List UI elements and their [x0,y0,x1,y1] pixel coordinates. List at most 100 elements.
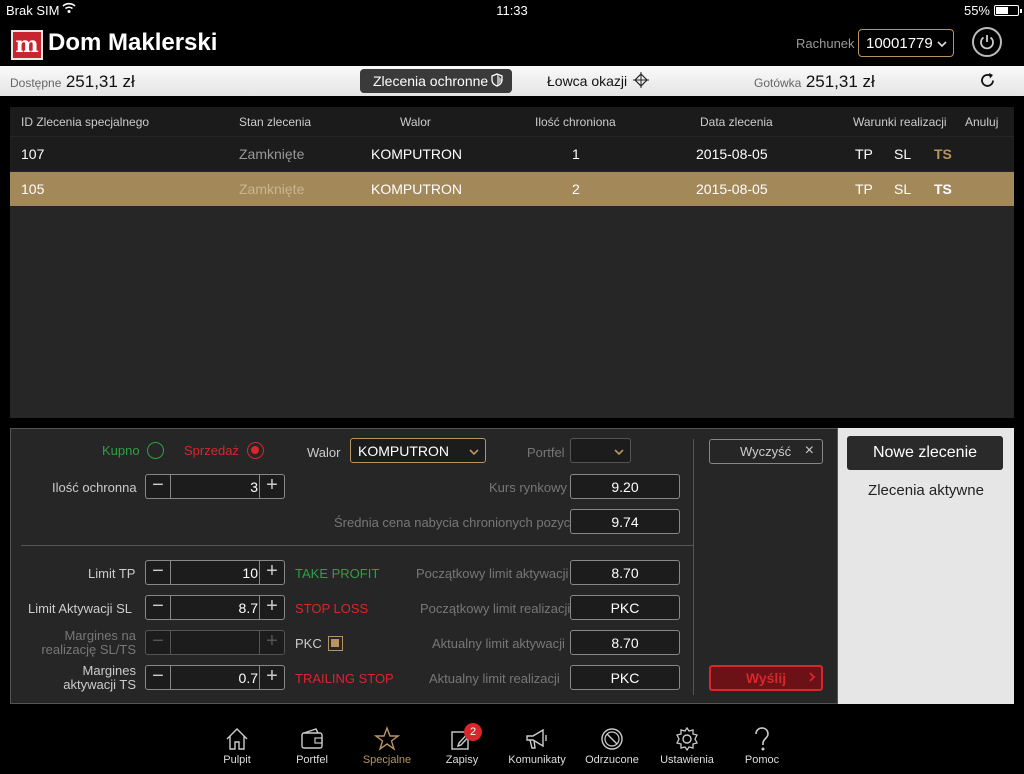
header-date: Data zlecenia [700,115,773,129]
sell-label: Sprzedaż [184,443,239,458]
limit-tp-value: 10 [242,565,258,581]
pkc-label: PKC [295,636,322,651]
tab-opportunity-hunter[interactable]: Łowca okazji [547,72,649,89]
cur-activation-field: 8.70 [570,630,680,655]
tp-minus-button[interactable]: − [146,561,171,584]
margin-ts-stepper[interactable]: − 0.7 + [145,665,285,690]
walor-label: Walor [307,445,341,460]
rejected-icon [601,728,623,750]
table-row[interactable]: 107 Zamknięte KOMPUTRON 1 2015-08-05 TP … [10,137,1014,171]
sell-radio[interactable] [247,442,264,459]
tab-label: Pomoc [744,754,780,766]
active-orders-link[interactable]: Zlecenia aktywne [838,482,1014,499]
sl-plus-button[interactable]: + [259,596,284,619]
ts-minus-button[interactable]: − [146,666,171,689]
limit-sl-value: 8.7 [238,600,258,616]
app-header: m Dom Maklerski Rachunek 10001779 [0,22,1024,66]
battery-icon [994,5,1022,16]
table-row-selected[interactable]: 105 Zamknięte KOMPUTRON 2 2015-08-05 TP … [10,172,1014,206]
send-button[interactable]: Wyślij [709,665,823,691]
limit-sl-stepper[interactable]: − 8.7 + [145,595,285,620]
qty-stepper[interactable]: − 3 + [145,474,285,499]
cell-qty: 1 [572,146,580,162]
margin-ts-label-2: aktywacji TS [63,677,136,692]
margin-ts-label-1: Margines [82,663,136,678]
account-value: 10001779 [866,35,933,52]
tab-ustawienia[interactable]: Ustawienia [649,715,725,774]
order-form: Kupno Sprzedaż Walor KOMPUTRON Portfel I… [10,428,838,704]
header-state: Stan zlecenia [239,115,312,129]
cell-walor: KOMPUTRON [371,146,462,162]
send-button-label: Wyślij [745,670,787,686]
chevron-down-icon [614,442,624,459]
tab-pomoc[interactable]: Pomoc [724,715,800,774]
tab-specjalne[interactable]: Specjalne [349,715,425,774]
walor-value: KOMPUTRON [358,443,449,459]
walor-select[interactable]: KOMPUTRON [350,438,486,463]
margin-sl-minus-button[interactable]: − [146,631,171,654]
margin-sl-stepper[interactable]: − + [145,630,285,655]
qty-minus-button[interactable]: − [146,475,171,498]
crosshair-icon [633,72,649,91]
power-button[interactable] [972,27,1002,57]
take-profit-label: TAKE PROFIT [295,566,380,581]
header-conditions: Warunki realizacji [853,115,947,129]
margin-sl-label-1: Margines na [64,628,136,643]
tab-label: Odrzucone [585,754,639,766]
divider [693,439,694,695]
status-bar: Brak SIM 11:33 55% [0,0,1024,22]
trailing-stop-label: TRAILING STOP [295,671,394,686]
tab-zapisy[interactable]: 2 Zapisy [424,715,500,774]
cash-value: 251,31 zł [805,72,875,91]
tab-label: Ustawienia [660,754,714,766]
cell-ts: TS [934,146,952,162]
cell-id: 107 [21,146,45,162]
portfolio-label: Portfel [527,445,565,460]
logo-icon: m [11,30,43,60]
wallet-icon [301,728,323,749]
ts-plus-button[interactable]: + [259,666,284,689]
tab-odrzucone[interactable]: Odrzucone [574,715,650,774]
cur-realization-label: Aktualny limit realizacji [429,671,560,686]
margin-sl-label-2: realizację SL/TS [41,642,136,657]
tab-pulpit[interactable]: Pulpit [199,715,275,774]
buy-radio[interactable] [147,442,164,459]
refresh-icon[interactable] [979,72,996,94]
qty-plus-button[interactable]: + [259,475,284,498]
portfolio-select[interactable] [570,438,631,463]
tp-plus-button[interactable]: + [259,561,284,584]
cell-sl: SL [894,146,912,162]
bottom-tab-bar: Pulpit Portfel Specjalne 2 Zapisy Komuni… [0,715,1024,774]
buy-label: Kupno [102,443,140,458]
tab-label: Pulpit [223,754,251,766]
gear-icon [676,726,698,752]
cell-sl: SL [894,181,912,197]
margin-sl-plus-button[interactable]: + [259,631,284,654]
cell-walor: KOMPUTRON [371,181,462,197]
new-order-button[interactable]: Nowe zlecenie [847,436,1003,470]
tab-protective-orders[interactable]: Zlecenia ochronne [360,69,512,93]
limit-sl-label: Limit Aktywacji SL [28,601,133,616]
cell-state: Zamknięte [239,146,305,162]
cell-state: Zamknięte [239,181,305,197]
tab-portfel[interactable]: Portfel [274,715,350,774]
account-select[interactable]: 10001779 [858,29,954,57]
cell-tp: TP [855,181,873,197]
sl-minus-button[interactable]: − [146,596,171,619]
cur-realization-field: PKC [570,665,680,690]
limit-tp-stepper[interactable]: − 10 + [145,560,285,585]
chevron-down-icon [937,34,947,51]
clear-button[interactable]: Wyczyść × [709,439,823,464]
init-realization-field: PKC [570,595,680,620]
power-icon [980,35,994,50]
battery-percent: 55% [963,3,990,18]
chevron-down-icon [469,442,479,459]
pkc-checkbox[interactable] [328,636,343,651]
cell-qty: 2 [572,181,580,197]
header-cancel: Anuluj [965,115,999,129]
limit-tp-label: Limit TP [88,566,136,581]
available-label: Dostępne [10,76,62,90]
side-panel: Nowe zlecenie Zlecenia aktywne [838,428,1014,704]
margin-ts-value: 0.7 [238,670,258,686]
tab-komunikaty[interactable]: Komunikaty [499,715,575,774]
